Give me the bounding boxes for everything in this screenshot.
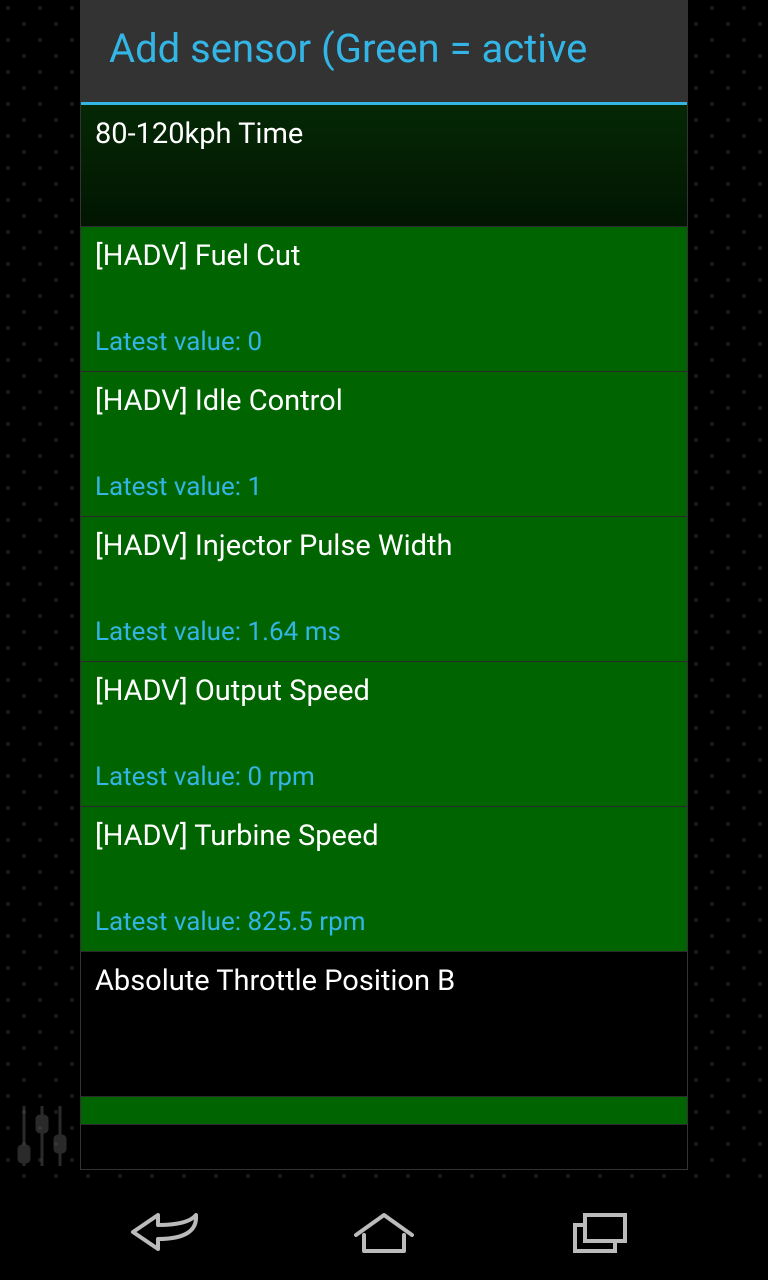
sensor-list[interactable]: 80-120kph Time [HADV] Fuel Cut Latest va…: [81, 105, 687, 1169]
dialog-header: Add sensor (Green = active: [81, 1, 687, 105]
equalizer-icon: [12, 1096, 72, 1176]
sensor-item-title: [HADV] Output Speed: [95, 674, 673, 708]
dialog-title: Add sensor (Green = active: [109, 25, 659, 72]
sensor-item-value: Latest value: 1: [95, 472, 673, 502]
sensor-item-title: [HADV] Idle Control: [95, 384, 673, 418]
sensor-item[interactable]: [HADV] Output Speed Latest value: 0 rpm: [81, 662, 687, 807]
sensor-item[interactable]: [HADV] Idle Control Latest value: 1: [81, 372, 687, 517]
android-navbar: [0, 1184, 768, 1280]
sensor-item-value: Latest value: 0: [95, 327, 673, 357]
sensor-item[interactable]: [HADV] Turbine Speed Latest value: 825.5…: [81, 807, 687, 952]
sensor-item[interactable]: [81, 1097, 687, 1125]
sensor-item-value: Latest value: 1.64 ms: [95, 617, 673, 647]
recent-apps-button[interactable]: [540, 1197, 660, 1267]
sensor-item[interactable]: 80-120kph Time: [81, 105, 687, 227]
sensor-item-value: Latest value: 825.5 rpm: [95, 907, 673, 937]
sensor-item-title: [HADV] Injector Pulse Width: [95, 529, 673, 563]
sensor-item-value: Latest value: 0 rpm: [95, 762, 673, 792]
sensor-item[interactable]: [HADV] Fuel Cut Latest value: 0: [81, 227, 687, 372]
sensor-item-title: 80-120kph Time: [95, 117, 673, 151]
sensor-item[interactable]: Absolute Throttle Position B: [81, 952, 687, 1097]
sensor-item-title: [HADV] Turbine Speed: [95, 819, 673, 853]
add-sensor-dialog: Add sensor (Green = active 80-120kph Tim…: [80, 0, 688, 1170]
sensor-item[interactable]: [HADV] Injector Pulse Width Latest value…: [81, 517, 687, 662]
back-button[interactable]: [108, 1197, 228, 1267]
sensor-item-title: Absolute Throttle Position B: [95, 964, 673, 998]
sensor-item-title: [HADV] Fuel Cut: [95, 239, 673, 273]
home-button[interactable]: [324, 1197, 444, 1267]
